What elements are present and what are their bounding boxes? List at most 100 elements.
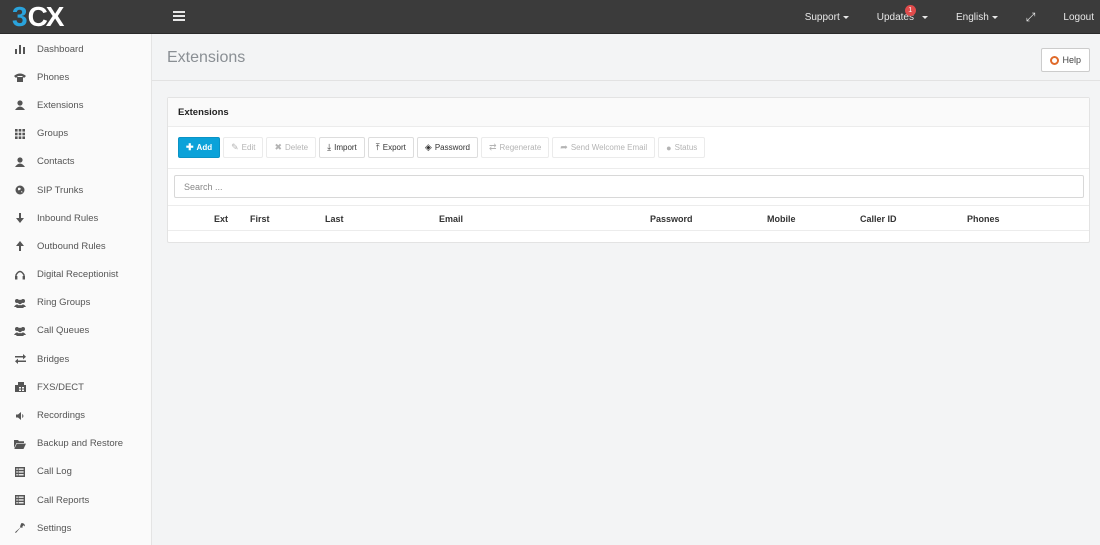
sidebar-item-outbound-rules[interactable]: Outbound Rules xyxy=(0,232,151,260)
retweet-icon: ⇄ xyxy=(488,142,497,152)
sidebar-item-backup-and-restore[interactable]: Backup and Restore xyxy=(0,430,151,458)
extensions-panel: Extensions ✚ Add ✎ Edit ✖ Delete ⤓ Import ⤒ E… xyxy=(167,97,1090,243)
users-icon xyxy=(14,297,26,309)
phone-icon xyxy=(14,71,26,83)
column-header-ext[interactable]: Ext xyxy=(214,214,228,224)
sidebar-item-label: Bridges xyxy=(37,353,70,365)
chevron-down-icon xyxy=(991,16,998,19)
language-label: English xyxy=(955,11,989,23)
column-header-mobile[interactable]: Mobile xyxy=(767,214,796,224)
user-icon xyxy=(14,99,26,111)
support-label: Support xyxy=(804,11,840,23)
send-welcome-email-button[interactable]: ➦ Send Welcome Email xyxy=(552,137,656,158)
import-button[interactable]: ⤓ Import xyxy=(319,137,365,158)
users-icon xyxy=(14,325,26,337)
logo-part-cx: CX xyxy=(27,1,65,32)
sidebar-item-fxs-dect[interactable]: FXS/DECT xyxy=(0,373,151,401)
folder-open-icon xyxy=(14,438,26,450)
sidebar-item-sip-trunks[interactable]: SIP Trunks xyxy=(0,176,151,204)
sidebar-item-settings[interactable]: Settings xyxy=(0,514,151,542)
sidebar-item-bridges[interactable]: Bridges xyxy=(0,345,151,373)
help-button[interactable]: Help xyxy=(1041,48,1090,72)
import-label: Import xyxy=(334,143,357,152)
headset-icon xyxy=(14,269,26,281)
bar-chart-icon xyxy=(14,43,26,55)
sidebar-item-label: SIP Trunks xyxy=(37,184,84,196)
sidebar-item-digital-receptionist[interactable]: Digital Receptionist xyxy=(0,261,151,289)
close-icon: ✖ xyxy=(274,142,282,152)
sidebar-item-inbound-rules[interactable]: Inbound Rules xyxy=(0,204,151,232)
sidebar-item-extensions[interactable]: Extensions xyxy=(0,91,151,119)
column-header-caller-id[interactable]: Caller ID xyxy=(860,214,897,224)
column-header-phones[interactable]: Phones xyxy=(967,214,1000,224)
delete-label: Delete xyxy=(285,143,309,152)
arrow-up-icon xyxy=(14,240,26,252)
export-button[interactable]: ⤒ Export xyxy=(367,137,414,158)
sidebar-item-label: Call Log xyxy=(37,466,72,478)
exchange-icon xyxy=(14,353,26,365)
column-header-password[interactable]: Password xyxy=(650,214,693,224)
column-header-first[interactable]: First xyxy=(250,214,270,224)
share-icon: ➦ xyxy=(560,142,568,152)
regenerate-button[interactable]: ⇄ Regenerate xyxy=(480,137,550,158)
sidebar-item-label: Settings xyxy=(37,522,72,534)
regenerate-label: Regenerate xyxy=(499,143,542,152)
sidebar-item-call-log[interactable]: Call Log xyxy=(0,458,151,486)
logout-label: Logout xyxy=(1063,11,1094,23)
sidebar-item-label: Extensions xyxy=(37,99,84,111)
column-header-last[interactable]: Last xyxy=(325,214,344,224)
export-label: Export xyxy=(382,143,406,152)
sidebar-item-call-queues[interactable]: Call Queues xyxy=(0,317,151,345)
sidebar-item-label: FXS/DECT xyxy=(37,381,84,393)
language-menu[interactable]: English xyxy=(942,0,1012,34)
support-menu[interactable]: Support xyxy=(791,0,863,34)
updates-menu[interactable]: Updates 1 xyxy=(863,0,942,34)
sidebar-item-ring-groups[interactable]: Ring Groups xyxy=(0,289,151,317)
sidebar-item-recordings[interactable]: Recordings xyxy=(0,401,151,429)
speaker-icon xyxy=(14,410,26,422)
status-dot-icon: ● xyxy=(666,142,672,153)
fullscreen-button[interactable]: ⤢ xyxy=(1012,0,1050,34)
sidebar-item-label: Phones xyxy=(37,71,70,83)
add-button[interactable]: ✚ Add xyxy=(178,137,221,158)
sidebar-item-label: Groups xyxy=(37,128,69,140)
search-input[interactable] xyxy=(174,175,1084,198)
menu-toggle-icon[interactable] xyxy=(173,11,185,21)
logo-part-3: 3 xyxy=(12,1,28,32)
grid-icon xyxy=(14,128,26,140)
edit-button[interactable]: ✎ Edit xyxy=(223,137,264,158)
sidebar-item-label: Ring Groups xyxy=(37,297,91,309)
sidebar-item-label: Digital Receptionist xyxy=(37,269,119,281)
logout-button[interactable]: Logout xyxy=(1049,0,1100,34)
fax-icon xyxy=(14,381,26,393)
sidebar-item-phones[interactable]: Phones xyxy=(0,63,151,91)
password-label: Password xyxy=(434,143,470,152)
expand-icon: ⤢ xyxy=(1025,9,1036,24)
pencil-icon: ✎ xyxy=(231,142,239,152)
send-welcome-label: Send Welcome Email xyxy=(570,143,648,152)
sidebar-item-call-reports[interactable]: Call Reports xyxy=(0,486,151,514)
column-header-email[interactable]: Email xyxy=(439,214,463,224)
wrench-icon xyxy=(14,522,26,534)
sidebar-item-contacts[interactable]: Contacts xyxy=(0,148,151,176)
top-navbar: 3 CX Support Updates 1 English ⤢ Logout xyxy=(0,0,1100,34)
3cx-logo[interactable]: 3 CX xyxy=(12,1,65,32)
sidebar-item-label: Recordings xyxy=(37,410,86,422)
page-title: Extensions xyxy=(167,49,246,66)
page-header: Extensions Help xyxy=(152,34,1100,81)
sidebar-item-groups[interactable]: Groups xyxy=(0,120,151,148)
password-button[interactable]: ◈ Password xyxy=(416,137,478,158)
delete-button[interactable]: ✖ Delete xyxy=(266,137,317,158)
sidebar-item-label: Call Queues xyxy=(37,325,90,337)
globe-icon xyxy=(14,184,26,196)
chevron-down-icon xyxy=(842,16,849,19)
lifebuoy-icon xyxy=(1050,55,1060,65)
help-label: Help xyxy=(1062,55,1081,65)
plus-icon: ✚ xyxy=(186,142,194,152)
edit-label: Edit xyxy=(241,143,256,152)
sidebar-item-dashboard[interactable]: Dashboard xyxy=(0,35,151,63)
status-button[interactable]: ● Status xyxy=(658,137,706,158)
sidebar-item-label: Contacts xyxy=(37,156,75,168)
sidebar-item-label: Call Reports xyxy=(37,494,90,506)
download-icon: ⤓ xyxy=(327,142,332,152)
